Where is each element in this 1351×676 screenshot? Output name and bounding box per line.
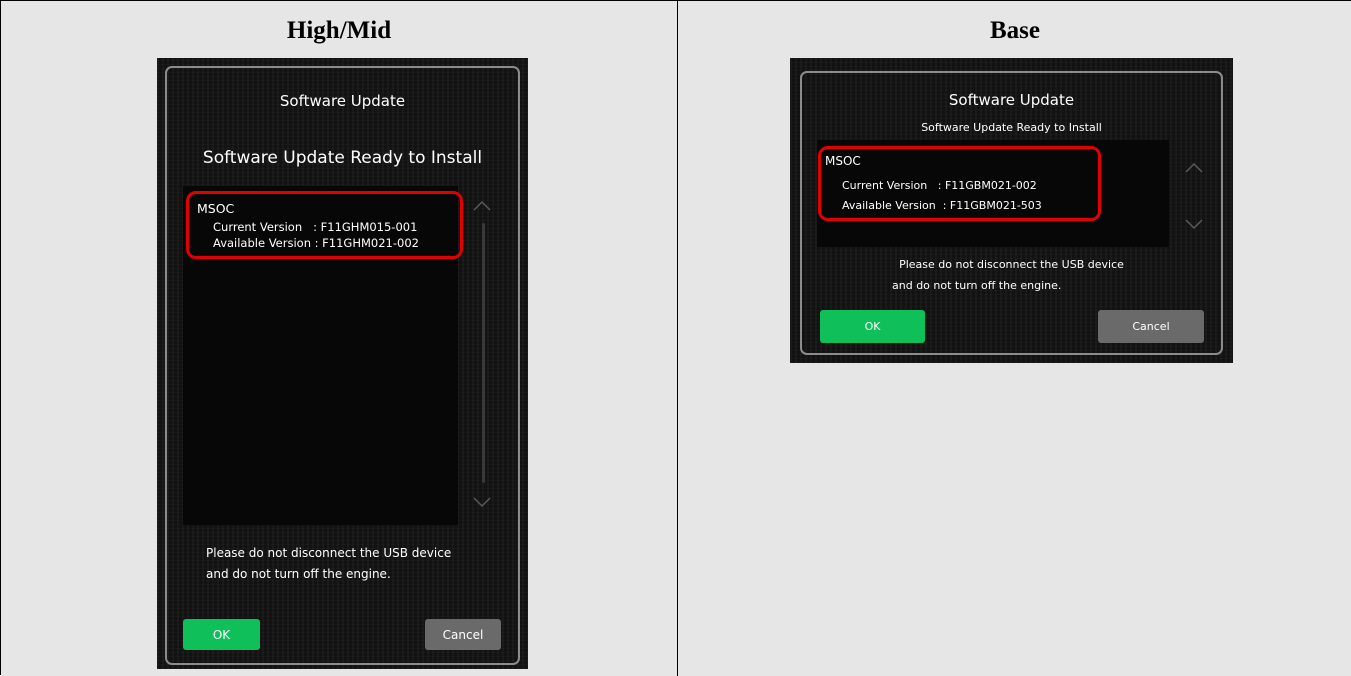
comparison-table: High/Mid Software Update Software Update… bbox=[0, 0, 1351, 676]
scroll-up-icon[interactable] bbox=[472, 196, 492, 216]
ok-button[interactable]: OK bbox=[183, 619, 260, 650]
version-highlight bbox=[186, 191, 463, 259]
scroll-up-icon[interactable] bbox=[1184, 158, 1204, 178]
screen-title: Software Update bbox=[948, 91, 1075, 109]
high-mid-screen: Software Update Software Update Ready to… bbox=[157, 58, 528, 669]
cancel-button[interactable]: Cancel bbox=[1098, 310, 1204, 343]
base-heading: Base bbox=[990, 17, 1040, 44]
high-mid-heading: High/Mid bbox=[286, 17, 392, 44]
base-screen: Software Update Software Update Ready to… bbox=[790, 58, 1233, 363]
screen-title: Software Update bbox=[279, 92, 406, 110]
scroll-down-icon[interactable] bbox=[472, 492, 492, 512]
screen-subtitle: Software Update Ready to Install bbox=[921, 121, 1102, 134]
notice-line-1: Please do not disconnect the USB device bbox=[206, 546, 452, 560]
notice-line-1: Please do not disconnect the USB device bbox=[899, 258, 1124, 271]
cancel-button[interactable]: Cancel bbox=[425, 619, 501, 650]
scrollbar-track[interactable] bbox=[482, 223, 485, 483]
base-cell: Base Software Update Software Update Rea… bbox=[678, 1, 1351, 676]
notice-line-2: and do not turn off the engine. bbox=[892, 279, 1062, 292]
version-highlight bbox=[818, 146, 1101, 221]
notice-line-2: and do not turn off the engine. bbox=[206, 567, 391, 581]
scroll-down-icon[interactable] bbox=[1184, 214, 1204, 234]
ok-button[interactable]: OK bbox=[820, 310, 925, 343]
high-mid-cell: High/Mid Software Update Software Update… bbox=[1, 1, 678, 676]
screen-subtitle: Software Update Ready to Install bbox=[202, 148, 483, 168]
